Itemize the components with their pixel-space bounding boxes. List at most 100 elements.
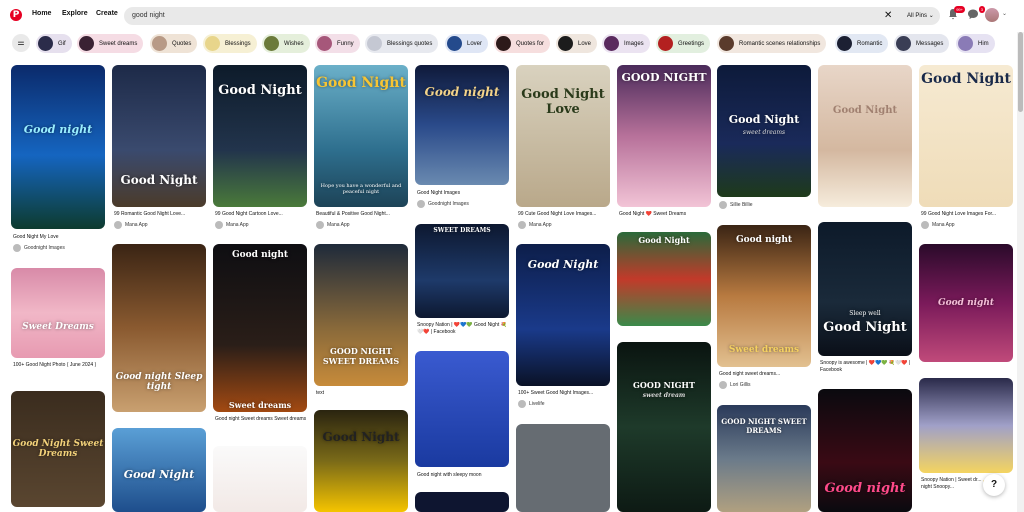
pin-image[interactable] bbox=[213, 446, 307, 512]
pin-image[interactable]: GOOD NIGHT SWEET DREAMS bbox=[717, 405, 811, 512]
pin-image[interactable]: Good night bbox=[818, 389, 912, 512]
pin-overlay-text: GOOD NIGHT SWEET DREAMS bbox=[721, 417, 807, 435]
pin-image[interactable] bbox=[919, 378, 1013, 473]
search-input[interactable]: good night bbox=[132, 12, 165, 19]
chip-thumbnail bbox=[896, 36, 911, 51]
pin-image[interactable]: Good night Sweet dreams bbox=[213, 244, 307, 412]
search-bar[interactable]: good night ✕ All Pins ⌄ bbox=[124, 7, 940, 25]
filter-chip-bar: ⚌ Gif Sweet dreams Quotes Blessings Wish… bbox=[0, 33, 1016, 55]
chip-lover[interactable]: Lover bbox=[445, 34, 489, 53]
pin-caption: Good Night ❤️ Sweet Dreams bbox=[619, 211, 687, 217]
pin-image[interactable]: Good night bbox=[415, 65, 509, 185]
nav-explore[interactable]: Explore bbox=[62, 10, 88, 17]
chip-thumbnail bbox=[447, 36, 462, 51]
pin-author: Mana App bbox=[921, 221, 955, 229]
pin-image[interactable]: SWEET DREAMS bbox=[415, 224, 509, 318]
pin-image[interactable]: Good night Sleep tight bbox=[112, 244, 206, 412]
chip-label: Romantic bbox=[857, 40, 883, 47]
chip-quotes-for[interactable]: Quotes for bbox=[494, 34, 551, 53]
pin-image[interactable] bbox=[415, 492, 509, 512]
chip-images[interactable]: Images bbox=[602, 34, 650, 53]
page-scrollbar[interactable] bbox=[1017, 32, 1024, 512]
chip-label: Love bbox=[578, 40, 592, 47]
chip-thumbnail bbox=[837, 36, 852, 51]
notifications-bell-icon[interactable]: 99+ bbox=[946, 6, 965, 22]
chip-thumbnail bbox=[367, 36, 382, 51]
chip-messages[interactable]: Messages bbox=[894, 34, 950, 53]
chip-wishes[interactable]: Wishes bbox=[262, 34, 310, 53]
chip-blessings-quotes[interactable]: Blessings quotes bbox=[365, 34, 439, 53]
account-chevron-icon[interactable]: ⌄ bbox=[1002, 10, 1007, 17]
pin-caption: 99 Cute Good Night Love Images... bbox=[518, 211, 597, 217]
pin-image[interactable]: Good Night bbox=[112, 65, 206, 207]
pin-overlay-subtext: Sweet dreams bbox=[728, 345, 800, 355]
pin-image[interactable]: Good Night bbox=[617, 232, 711, 326]
top-header: P Home Explore Create good night ✕ All P… bbox=[0, 0, 1024, 32]
chip-love[interactable]: Love bbox=[556, 34, 598, 53]
pin-image[interactable]: GOOD NIGHT bbox=[617, 65, 711, 207]
pin-image[interactable]: Good Night Love bbox=[516, 65, 610, 207]
chip-blessings[interactable]: Blessings bbox=[203, 34, 257, 53]
pin-image[interactable]: Good night Sweet dreams bbox=[717, 225, 811, 367]
clear-search-icon[interactable]: ✕ bbox=[884, 10, 892, 21]
pin-image[interactable]: Good night bbox=[11, 65, 105, 229]
chip-label: Messages bbox=[916, 40, 944, 47]
pin-author: Goodnight Images bbox=[417, 200, 469, 208]
pin-image[interactable]: Good Night bbox=[919, 65, 1013, 207]
chip-funny[interactable]: Funny bbox=[315, 34, 360, 53]
pin-overlay-text: SWEET DREAMS bbox=[433, 227, 491, 234]
pin-image[interactable]: GOOD NIGHT SWEET DREAMS bbox=[314, 244, 408, 386]
pin-overlay-text: Good night bbox=[735, 235, 793, 245]
chip-thumbnail bbox=[317, 36, 332, 51]
scrollbar-thumb[interactable] bbox=[1018, 32, 1023, 112]
pin-overlay-text: Sweet Dreams bbox=[22, 322, 94, 332]
pin-overlay-text: GOOD NIGHT bbox=[621, 71, 707, 84]
pin-caption: 99 Good Night Cartoon Love... bbox=[215, 211, 283, 217]
pin-caption: Good Night My Love bbox=[13, 234, 59, 240]
pin-image[interactable]: Sweet Dreams bbox=[11, 268, 105, 358]
chip-label: Him bbox=[978, 40, 989, 47]
search-scope-dropdown[interactable]: All Pins ⌄ bbox=[907, 12, 934, 19]
pin-image[interactable] bbox=[516, 424, 610, 512]
pin-image[interactable]: Good Night sweet dreams bbox=[717, 65, 811, 197]
pin-caption: Good night Sweet dreams Sweet dreams bbox=[215, 416, 307, 422]
help-button[interactable]: ? bbox=[983, 474, 1005, 496]
pin-overlay-text: Good Night bbox=[638, 235, 690, 245]
chip-him[interactable]: Him bbox=[956, 34, 995, 53]
nav-home[interactable]: Home bbox=[32, 10, 51, 17]
pin-image[interactable]: Good Night bbox=[516, 244, 610, 386]
pin-image[interactable]: Good Night Sweet Dreams bbox=[11, 391, 105, 507]
chip-gif[interactable]: Gif bbox=[36, 34, 72, 53]
user-avatar[interactable] bbox=[985, 8, 999, 22]
pin-image[interactable]: Good Night bbox=[213, 65, 307, 207]
pin-image[interactable]: Good Night bbox=[112, 428, 206, 512]
pin-image[interactable] bbox=[415, 351, 509, 467]
chip-greetings[interactable]: Greetings bbox=[656, 34, 711, 53]
pin-image[interactable]: Good Night bbox=[818, 65, 912, 207]
filter-settings-icon[interactable]: ⚌ bbox=[12, 34, 30, 52]
pinterest-logo-icon[interactable]: P bbox=[10, 9, 22, 21]
pin-image[interactable]: Good Night Hope you have a wonderful and… bbox=[314, 65, 408, 207]
chip-label: Blessings bbox=[225, 40, 251, 47]
pin-overlay-subtext: sweet dreams bbox=[742, 129, 786, 136]
chip-thumbnail bbox=[38, 36, 53, 51]
pin-author: Livelife bbox=[518, 400, 545, 408]
pin-image[interactable]: GOOD NIGHT sweet dream bbox=[617, 342, 711, 512]
pin-image[interactable]: Good Night bbox=[314, 410, 408, 512]
chip-romantic-scenes[interactable]: Romantic scenes relationships bbox=[717, 34, 827, 53]
pin-overlay-text: Good Night Love bbox=[521, 87, 605, 117]
chip-label: Sweet dreams bbox=[99, 40, 138, 47]
messages-icon[interactable]: 3 bbox=[966, 6, 985, 22]
chip-sweet-dreams[interactable]: Sweet dreams bbox=[77, 34, 144, 53]
pin-author: Goodnight Images bbox=[13, 244, 65, 252]
pin-image[interactable]: Good night bbox=[919, 244, 1013, 362]
chip-quotes[interactable]: Quotes bbox=[150, 34, 198, 53]
pin-image[interactable]: Sleep well Good Night bbox=[818, 222, 912, 356]
chip-thumbnail bbox=[152, 36, 167, 51]
chip-romantic[interactable]: Romantic bbox=[835, 34, 889, 53]
search-scope-label: All Pins bbox=[907, 13, 928, 19]
nav-create[interactable]: Create bbox=[96, 10, 118, 17]
pin-overlay-text: Good Night bbox=[120, 173, 198, 187]
pin-overlay-text: Good Night bbox=[728, 113, 800, 126]
pin-overlay-text: Good night bbox=[23, 123, 93, 136]
